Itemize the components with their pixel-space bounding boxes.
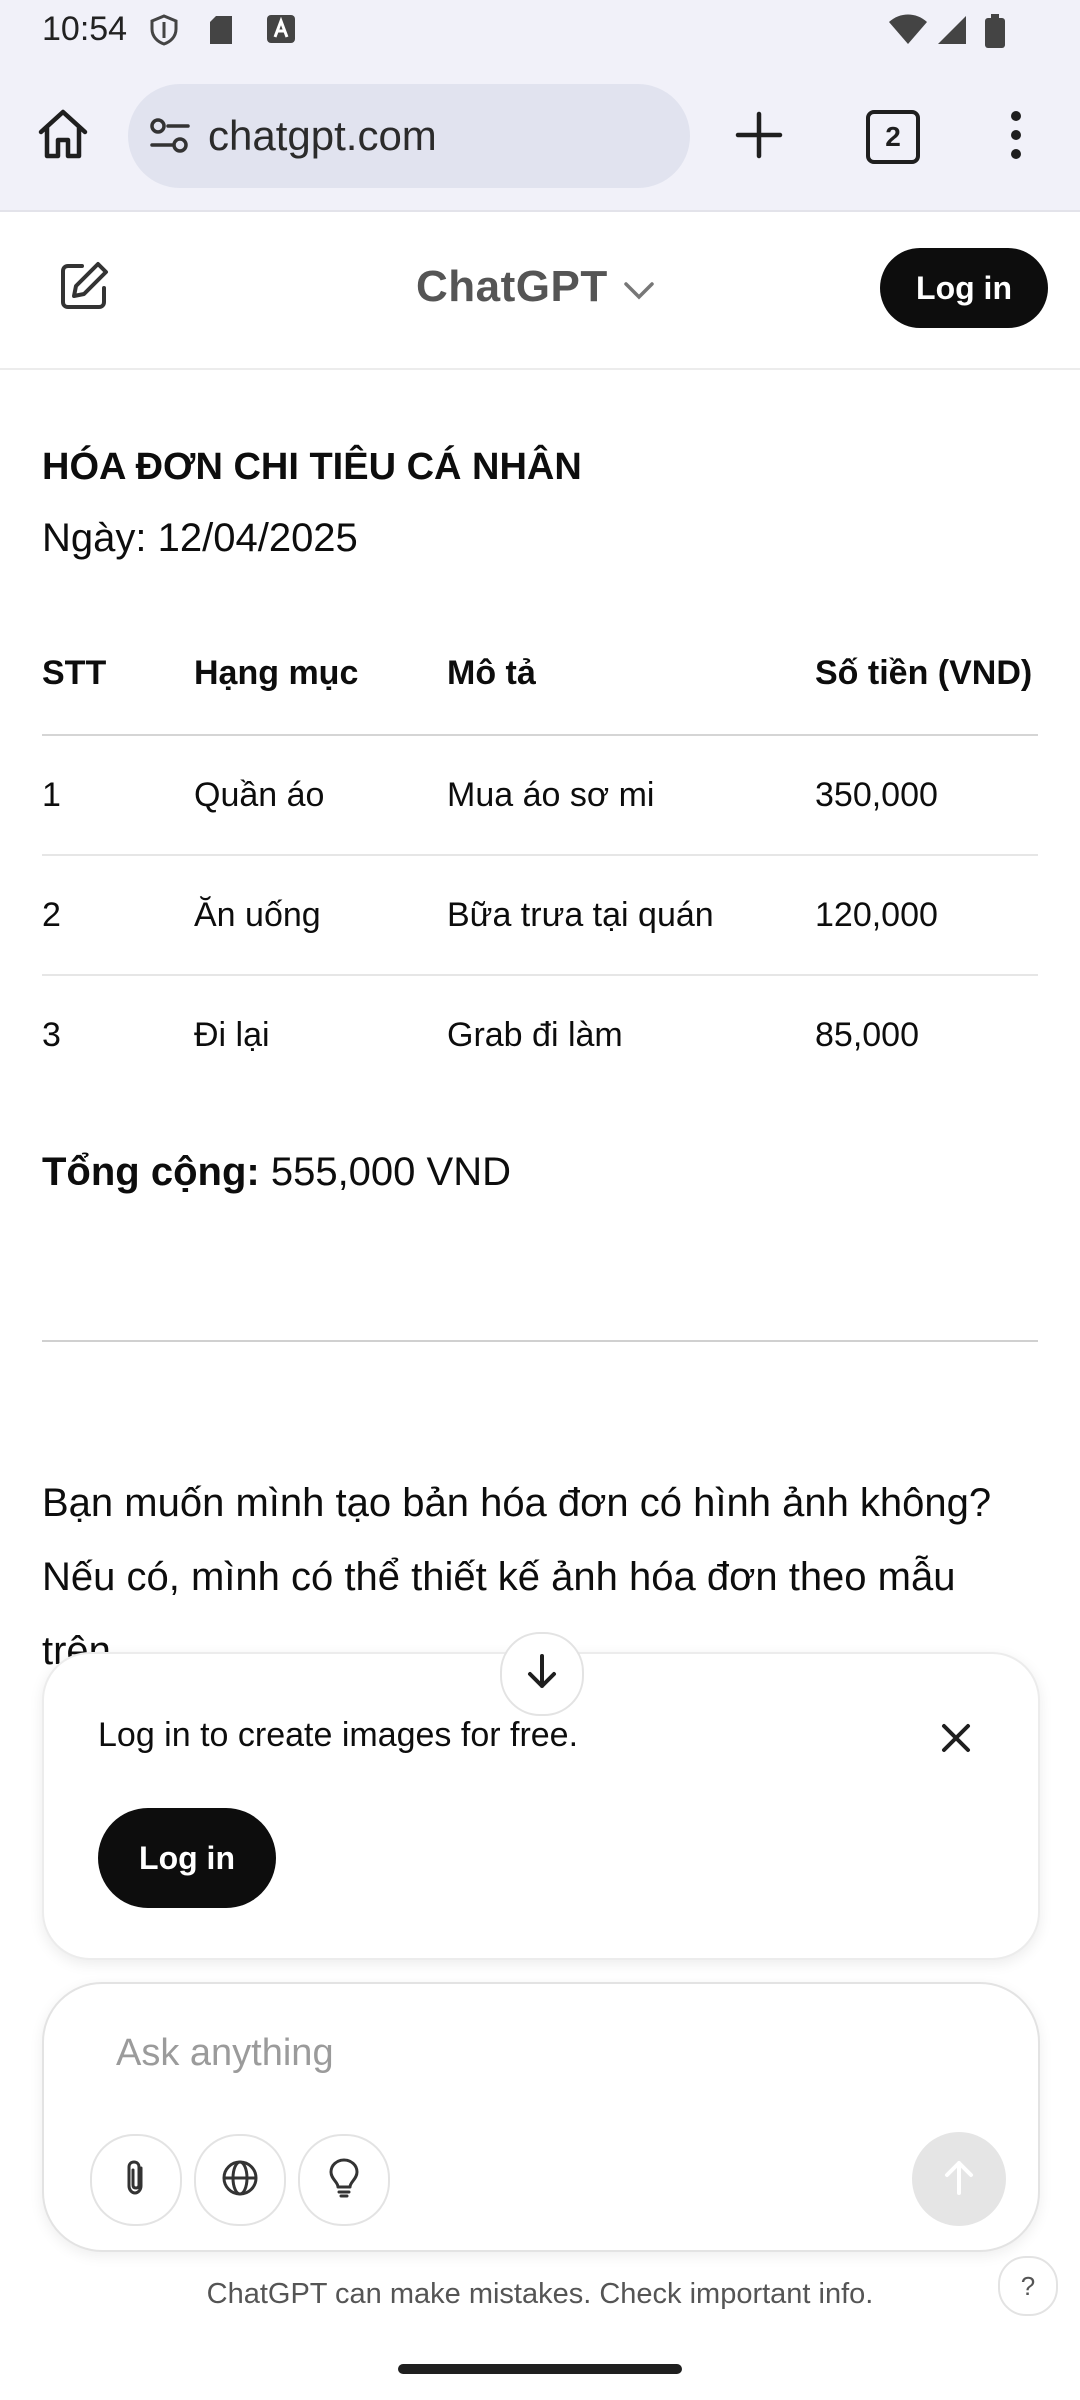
table-cell: Grab đi làm (447, 1016, 623, 1054)
wifi-icon (888, 14, 928, 51)
chevron-down-icon[interactable] (622, 280, 656, 307)
invoice-title: HÓA ĐƠN CHI TIÊU CÁ NHÂN (42, 446, 582, 488)
more-options-icon[interactable] (1010, 110, 1022, 165)
column-header: Số tiền (VND) (815, 654, 1033, 692)
table-cell: 3 (42, 1016, 61, 1054)
status-bar: 10:54 (0, 0, 1080, 62)
table-cell: Quần áo (194, 776, 325, 814)
model-selector-title[interactable]: ChatGPT (416, 262, 608, 312)
composer: Ask anything (42, 1982, 1040, 2252)
globe-icon (220, 2158, 260, 2203)
table-cell: Mua áo sơ mi (447, 776, 655, 814)
cellular-signal-icon (936, 14, 968, 51)
reason-button[interactable] (298, 2134, 390, 2226)
lightbulb-icon (327, 2157, 361, 2204)
table-cell: 120,000 (815, 896, 938, 934)
close-icon[interactable] (936, 1718, 976, 1758)
help-button[interactable]: ? (998, 2256, 1058, 2316)
table-cell: Ăn uống (194, 896, 321, 934)
invoice-date: Ngày: 12/04/2025 (42, 516, 358, 560)
disclaimer-text: ChatGPT can make mistakes. Check importa… (206, 2278, 874, 2310)
header-login-button[interactable]: Log in (880, 248, 1048, 328)
prompt-input[interactable]: Ask anything (116, 2032, 334, 2075)
table-cell: 2 (42, 896, 61, 934)
tab-switcher-button[interactable]: 2 (866, 110, 920, 164)
table-cell: 350,000 (815, 776, 938, 814)
column-header: STT (42, 654, 107, 692)
text-a-icon (266, 14, 296, 49)
total-label: Tổng cộng: (42, 1150, 260, 1194)
sd-card-icon (208, 14, 234, 51)
browser-toolbar: chatgpt.com 2 (0, 62, 1080, 212)
table-header-row: STT Hạng mục Mô tả Số tiền (VND) (42, 618, 1038, 736)
arrow-down-icon (524, 1652, 560, 1697)
table-row: 3 Đi lại Grab đi làm 85,000 (42, 976, 1038, 1094)
table-cell: 85,000 (815, 1016, 919, 1054)
invoice-total: Tổng cộng: 555,000 VND (42, 1150, 511, 1195)
home-indicator[interactable] (398, 2364, 682, 2374)
divider (42, 1340, 1038, 1342)
total-value: 555,000 VND (259, 1150, 511, 1194)
column-header: Mô tả (447, 654, 536, 692)
table-row: 2 Ăn uống Bữa trưa tại quán 120,000 (42, 856, 1038, 976)
table-cell: Bữa trưa tại quán (447, 896, 714, 934)
scroll-to-bottom-button[interactable] (500, 1632, 584, 1716)
column-header: Hạng mục (194, 654, 359, 692)
table-cell: 1 (42, 776, 61, 814)
attach-button[interactable] (90, 2134, 182, 2226)
send-button[interactable] (912, 2132, 1006, 2226)
card-login-button[interactable]: Log in (98, 1808, 276, 1908)
login-prompt-text: Log in to create images for free. (98, 1716, 579, 1754)
tab-count: 2 (885, 121, 901, 152)
invoice-table: STT Hạng mục Mô tả Số tiền (VND) 1 Quần … (42, 618, 1038, 1094)
new-chat-icon[interactable] (56, 258, 112, 319)
site-settings-icon[interactable] (148, 114, 192, 163)
home-icon[interactable] (36, 108, 90, 165)
url-text[interactable]: chatgpt.com (208, 112, 437, 160)
address-bar[interactable]: chatgpt.com (128, 84, 690, 188)
shield-icon (150, 14, 178, 51)
table-row: 1 Quần áo Mua áo sơ mi 350,000 (42, 736, 1038, 856)
search-web-button[interactable] (194, 2134, 286, 2226)
table-cell: Đi lại (194, 1016, 270, 1054)
app-header: ChatGPT Log in (0, 212, 1080, 370)
arrow-up-icon (941, 2157, 977, 2202)
status-time: 10:54 (42, 10, 128, 48)
paperclip-icon (121, 2158, 151, 2203)
new-tab-icon[interactable] (734, 110, 784, 165)
battery-icon (984, 14, 1006, 53)
